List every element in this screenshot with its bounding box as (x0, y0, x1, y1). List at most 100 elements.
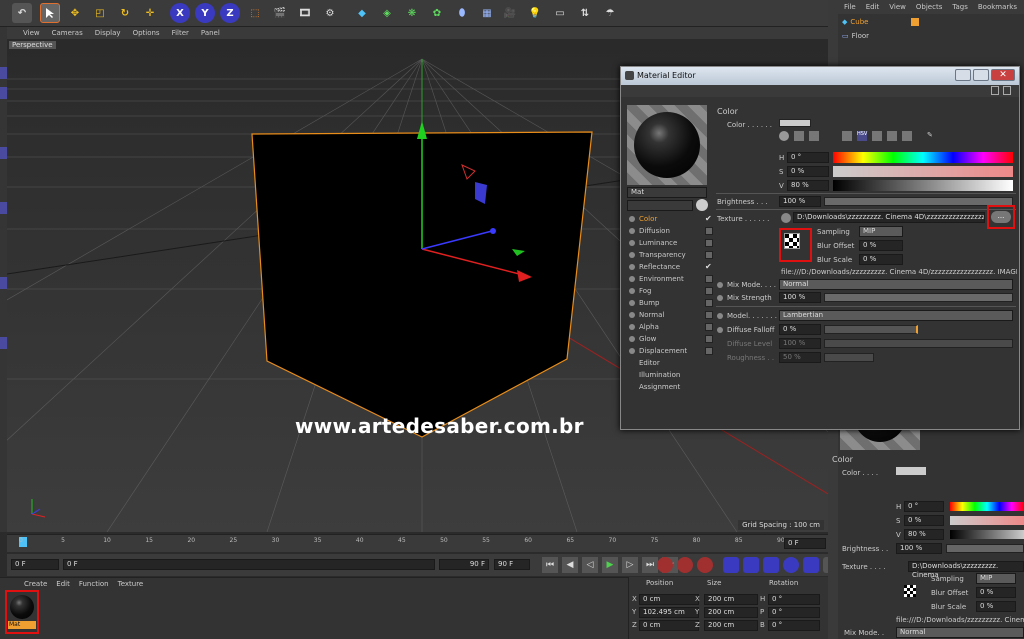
objmgr-menu-item[interactable]: Edit (866, 3, 880, 11)
mix-strength-slider[interactable] (824, 293, 1013, 302)
objmgr-menu-item[interactable]: File (844, 3, 856, 11)
rotate-icon[interactable]: ↻ (115, 3, 135, 23)
channel-checkbox[interactable]: ✔ (705, 215, 713, 223)
rotation-key-icon[interactable] (763, 557, 779, 573)
texture-path-field[interactable]: D:\Downloads\zzzzzzzzz. Cinema 4D\zzzzzz… (793, 212, 985, 223)
pla-key-icon[interactable] (803, 557, 819, 573)
attr-h-field[interactable]: 0 ° (904, 501, 944, 512)
channel-checkbox[interactable] (705, 251, 713, 259)
minimize-button[interactable] (955, 69, 971, 81)
world-coordinates-icon[interactable]: ⬚ (245, 3, 265, 23)
objmgr-menu-item[interactable]: Objects (916, 3, 942, 11)
channel-checkbox[interactable]: ✔ (705, 263, 713, 271)
roughness-slider[interactable] (824, 353, 874, 362)
material-search-field[interactable] (627, 200, 693, 211)
tool-slot-icon[interactable] (0, 202, 7, 214)
cube-primitive-icon[interactable]: ◆ (352, 3, 372, 23)
matmgr-menu-item[interactable]: Edit (56, 580, 70, 588)
end-frame-field[interactable]: 90 F (494, 559, 530, 570)
saturation-slider[interactable] (833, 166, 1013, 177)
viewport-menu-item[interactable]: Cameras (52, 29, 83, 37)
coord-size-field[interactable]: 200 cm (704, 594, 758, 605)
tool-slot-icon[interactable] (0, 337, 7, 349)
mix-mode-select[interactable]: Normal (779, 279, 1013, 290)
channel-checkbox[interactable] (705, 239, 713, 247)
play-icon[interactable]: ▶ (602, 557, 618, 573)
parameter-key-icon[interactable] (783, 557, 799, 573)
channel-glow[interactable]: Glow (627, 333, 713, 345)
color-wheel-icon[interactable] (779, 131, 789, 141)
channel-color[interactable]: Color ✔ (627, 213, 713, 225)
attr-s-field[interactable]: 0 % (904, 515, 944, 526)
goto-end-icon[interactable]: ⏭ (642, 557, 658, 573)
material-editor-titlebar[interactable]: Material Editor ✕ (621, 67, 1019, 85)
channel-checkbox[interactable] (705, 287, 713, 295)
keyframe-selection-icon[interactable] (697, 557, 713, 573)
end-frame-slider-field[interactable]: 90 F (439, 559, 489, 570)
attr-v-field[interactable]: 80 % (904, 529, 944, 540)
prev-frame-icon[interactable]: ◀ (562, 557, 578, 573)
matmgr-menu-item[interactable]: Create (24, 580, 47, 588)
viewport-menu-item[interactable]: Display (95, 29, 121, 37)
rgb-icon[interactable] (842, 131, 852, 141)
channel-diffusion[interactable]: Diffusion (627, 225, 713, 237)
channel-luminance[interactable]: Luminance (627, 237, 713, 249)
render-picture-viewer-icon[interactable]: 🎞 (295, 3, 315, 23)
channel-checkbox[interactable] (705, 299, 713, 307)
color-swatch[interactable] (779, 119, 811, 127)
lock-icon[interactable] (991, 86, 999, 95)
goto-start-icon[interactable]: ⏮ (542, 557, 558, 573)
channel-transparency[interactable]: Transparency (627, 249, 713, 261)
objmgr-menu-item[interactable]: View (889, 3, 906, 11)
section-editor[interactable]: Editor (639, 359, 660, 367)
object-row-cube[interactable]: ◆ Cube (842, 18, 920, 26)
objmgr-menu-item[interactable]: Tags (952, 3, 968, 11)
light-icon[interactable]: 💡 (525, 3, 545, 23)
channel-fog[interactable]: Fog (627, 285, 713, 297)
section-assignment[interactable]: Assignment (639, 383, 680, 391)
attr-brightness-field[interactable]: 100 % (896, 543, 942, 554)
swatches-icon[interactable] (902, 131, 912, 141)
y-axis-icon[interactable]: Y (195, 3, 215, 23)
matmgr-menu-item[interactable]: Function (79, 580, 109, 588)
maximize-button[interactable] (973, 69, 989, 81)
s-field[interactable]: 0 % (787, 166, 829, 177)
objmgr-menu-item[interactable]: Bookmarks (978, 3, 1017, 11)
coord-rotation-field[interactable]: 0 ° (768, 607, 820, 618)
scene-icon[interactable]: ▦ (477, 3, 497, 23)
camera-icon[interactable]: 🎥 (500, 3, 520, 23)
matmgr-menu-item[interactable]: Texture (118, 580, 144, 588)
sampling-select[interactable]: MIP (859, 226, 903, 237)
coord-position-field[interactable]: 102.495 cm (639, 607, 699, 618)
coord-position-field[interactable]: 0 cm (639, 594, 699, 605)
start-frame-field[interactable]: 0 F (11, 559, 59, 570)
play-reverse-icon[interactable]: ◁ (582, 557, 598, 573)
render-settings-icon[interactable]: ⚙ (320, 3, 340, 23)
record-key-icon[interactable] (657, 557, 673, 573)
value-slider[interactable] (833, 180, 1013, 191)
coord-rotation-field[interactable]: 0 ° (768, 620, 820, 631)
attr-brightness-slider[interactable] (946, 544, 1024, 553)
material-tag-icon[interactable] (911, 18, 920, 26)
environment-icon[interactable]: ⬮ (452, 3, 472, 23)
timeline-ruler[interactable]: 0 5 10 15 20 25 30 35 40 45 50 55 60 65 70 75 80 85 90 0 F (7, 534, 828, 552)
channel-checkbox[interactable] (705, 347, 713, 355)
new-window-icon[interactable] (1003, 86, 1011, 95)
snap-icon[interactable]: ⇅ (575, 3, 595, 23)
channel-reflectance[interactable]: Reflectance ✔ (627, 261, 713, 273)
channel-environment[interactable]: Environment (627, 273, 713, 285)
blur-scale-field[interactable]: 0 % (859, 254, 903, 265)
current-frame-field[interactable]: 0 F (784, 538, 826, 549)
eyedropper-icon[interactable]: ✎ (927, 131, 937, 141)
channel-displacement[interactable]: Displacement (627, 345, 713, 357)
tool-slot-icon[interactable] (0, 277, 7, 289)
viewport-menu-item[interactable]: Options (133, 29, 160, 37)
live-selection-icon[interactable] (40, 3, 60, 23)
diffuse-level-slider[interactable] (824, 339, 1013, 348)
render-view-icon[interactable]: 🎬 (270, 3, 290, 23)
channel-normal[interactable]: Normal (627, 309, 713, 321)
z-axis-icon[interactable]: Z (220, 3, 240, 23)
tool-slot-icon[interactable] (0, 67, 7, 79)
tool-slot-icon[interactable] (0, 147, 7, 159)
coord-size-field[interactable]: 200 cm (704, 607, 758, 618)
